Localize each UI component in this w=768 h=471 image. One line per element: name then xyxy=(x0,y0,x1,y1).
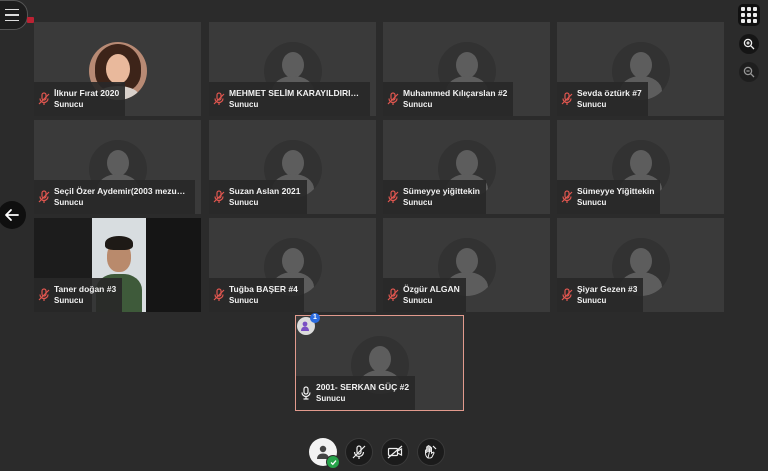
participant-role: Sunucu xyxy=(54,198,84,207)
participant-label: Muhammed Kılıçarslan #2 Sunucu xyxy=(383,82,514,116)
participant-tile[interactable]: Taner doğan #3 Sunucu xyxy=(34,218,201,312)
participant-tile[interactable]: Sevda öztürk #7 Sunucu xyxy=(557,22,724,116)
grid-icon xyxy=(741,7,745,11)
participant-label: Tuğba BAŞER #4 Sunucu xyxy=(209,278,304,312)
controls-bar xyxy=(309,438,445,469)
participant-role: Sunucu xyxy=(577,100,607,109)
menu-button[interactable] xyxy=(0,0,28,30)
participant-tile[interactable]: İlknur Fırat 2020 Sunucu xyxy=(34,22,201,116)
back-button[interactable] xyxy=(0,201,26,229)
participant-tile[interactable]: Suzan Aslan 2021 Sunucu xyxy=(209,120,376,214)
mic-off-icon xyxy=(387,190,399,203)
zoom-in-icon xyxy=(743,38,755,50)
participant-label: MEHMET SELİM KARAYILDIRIM #2 Sunucu xyxy=(209,82,370,116)
mic-off-icon xyxy=(387,288,399,301)
participant-name: Sümeyye Yiğittekin xyxy=(577,186,655,196)
participant-name: Seçil Özer Aydemir(2003 mezunu... xyxy=(54,186,189,196)
arrow-left-icon xyxy=(5,209,19,221)
participant-role: Sunucu xyxy=(403,198,433,207)
recording-indicator xyxy=(27,17,34,23)
mic-off-icon xyxy=(352,445,366,459)
participant-label: Taner doğan #3 Sunucu xyxy=(34,278,123,312)
mic-off-icon xyxy=(561,190,573,203)
participant-tile[interactable]: Sümeyye yiğittekin Sunucu xyxy=(383,120,550,214)
participant-role: Sunucu xyxy=(403,296,433,305)
mic-off-icon xyxy=(213,92,225,105)
participant-name: 2001- SERKAN GÜÇ #2 xyxy=(316,382,410,392)
participant-name: Özgür ALGAN xyxy=(403,284,460,294)
participant-label: Özgür ALGAN Sunucu xyxy=(383,278,466,312)
participant-role: Sunucu xyxy=(316,394,346,403)
hand-icon xyxy=(425,445,437,459)
zoom-out-button[interactable] xyxy=(739,62,759,82)
participant-label: Sümeyye yiğittekin Sunucu xyxy=(383,180,487,214)
participant-tile[interactable]: Özgür ALGAN Sunucu xyxy=(383,218,550,312)
participant-name: Şiyar Gezen #3 xyxy=(577,284,638,294)
participant-label: Şiyar Gezen #3 Sunucu xyxy=(557,278,644,312)
mic-off-icon xyxy=(561,288,573,301)
check-icon xyxy=(326,455,340,469)
participant-label: 2001- SERKAN GÜÇ #2 Sunucu xyxy=(296,376,416,410)
presenter-icon xyxy=(301,321,309,331)
participant-label: Sevda öztürk #7 Sunucu xyxy=(557,82,648,116)
participant-role: Sunucu xyxy=(54,296,84,305)
participant-name: Sümeyye yiğittekin xyxy=(403,186,481,196)
participant-role: Sunucu xyxy=(577,198,607,207)
participant-name: Muhammed Kılıçarslan #2 xyxy=(403,88,508,98)
camera-button[interactable] xyxy=(381,438,409,466)
hamburger-icon xyxy=(5,7,19,24)
mic-off-icon xyxy=(387,92,399,105)
participant-label: Sümeyye Yiğittekin Sunucu xyxy=(557,180,661,214)
mic-off-icon xyxy=(213,288,225,301)
participant-role: Sunucu xyxy=(229,296,259,305)
participant-name: Tuğba BAŞER #4 xyxy=(229,284,298,294)
zoom-out-icon xyxy=(743,66,755,78)
participant-name: MEHMET SELİM KARAYILDIRIM #2 xyxy=(229,88,364,98)
participant-tile[interactable]: Muhammed Kılıçarslan #2 Sunucu xyxy=(383,22,550,116)
profile-button[interactable] xyxy=(309,438,340,469)
participant-name: Suzan Aslan 2021 xyxy=(229,186,301,196)
participant-name: Sevda öztürk #7 xyxy=(577,88,642,98)
zoom-in-button[interactable] xyxy=(739,34,759,54)
participant-tile[interactable]: MEHMET SELİM KARAYILDIRIM #2 Sunucu xyxy=(209,22,376,116)
mic-off-icon xyxy=(561,92,573,105)
participant-role: Sunucu xyxy=(577,296,607,305)
camera-off-icon xyxy=(387,445,403,459)
participant-role: Sunucu xyxy=(229,198,259,207)
participant-tile[interactable]: Tuğba BAŞER #4 Sunucu xyxy=(209,218,376,312)
participant-label: Suzan Aslan 2021 Sunucu xyxy=(209,180,307,214)
participant-label: Seçil Özer Aydemir(2003 mezunu... Sunucu xyxy=(34,180,195,214)
notification-count: 1 xyxy=(310,313,320,323)
raise-hand-button[interactable] xyxy=(417,438,445,466)
mute-button[interactable] xyxy=(345,438,373,466)
participant-label: İlknur Fırat 2020 Sunucu xyxy=(34,82,126,116)
grid-view-button[interactable] xyxy=(738,4,760,26)
participant-role: Sunucu xyxy=(403,100,433,109)
participant-role: Sunucu xyxy=(229,100,259,109)
participant-tile[interactable]: Sümeyye Yiğittekin Sunucu xyxy=(557,120,724,214)
participant-name: Taner doğan #3 xyxy=(54,284,117,294)
active-speaker-tile[interactable]: 2001- SERKAN GÜÇ #2 Sunucu xyxy=(295,315,464,411)
participant-name: İlknur Fırat 2020 xyxy=(54,88,120,98)
participant-tile[interactable]: Şiyar Gezen #3 Sunucu xyxy=(557,218,724,312)
mic-off-icon xyxy=(213,190,225,203)
mic-off-icon xyxy=(38,92,50,105)
mic-off-icon xyxy=(38,190,50,203)
view-controls xyxy=(738,4,760,82)
mic-off-icon xyxy=(38,288,50,301)
participant-role: Sunucu xyxy=(54,100,84,109)
mic-icon xyxy=(301,386,311,400)
participant-tile[interactable]: Seçil Özer Aydemir(2003 mezunu... Sunucu xyxy=(34,120,201,214)
